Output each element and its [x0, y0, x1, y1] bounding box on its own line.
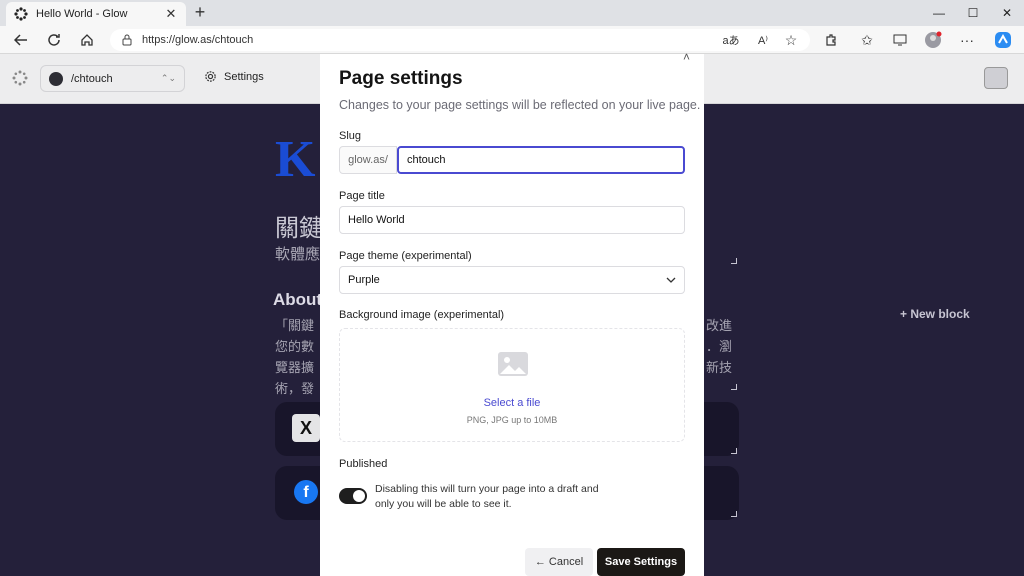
resize-handle-icon[interactable] [731, 511, 737, 517]
page-selector[interactable]: /chtouch ⌃⌄ [40, 65, 185, 92]
page-settings-modal: ˄ Page settings Changes to your page set… [320, 50, 704, 576]
url-text: https://glow.as/chtouch [142, 34, 254, 46]
minimize-button[interactable]: — [922, 0, 956, 26]
maximize-button[interactable]: ☐ [956, 0, 990, 26]
lock-icon [120, 33, 134, 47]
slug-prefix: glow.as/ [339, 146, 397, 174]
new-block-button[interactable]: + New block [900, 307, 970, 321]
page-title-label: Page title [339, 190, 385, 202]
page-theme-label: Page theme (experimental) [339, 250, 472, 262]
more-menu-icon[interactable]: ··· [956, 30, 978, 50]
settings-label: Settings [224, 70, 264, 83]
about-line-right: 改進 [706, 318, 733, 333]
settings-link[interactable]: Settings [204, 70, 264, 83]
facebook-icon: f [294, 480, 318, 504]
address-bar[interactable]: https://glow.as/chtouch [110, 29, 810, 51]
refresh-icon[interactable] [43, 30, 65, 50]
about-line: 您的數 [275, 339, 315, 354]
background-image-label: Background image (experimental) [339, 309, 505, 321]
browser-tab[interactable]: Hello World - Glow ✕ [6, 2, 186, 26]
page-logo: K [275, 131, 316, 188]
about-heading: About [273, 290, 323, 309]
page-subtitle-preview: 軟體應 [275, 246, 321, 263]
page-title-input[interactable] [339, 206, 685, 234]
back-icon[interactable] [10, 30, 32, 50]
browser-toolbar: https://glow.as/chtouch aあ A⁾ ☆ ✩ ··· [0, 26, 1024, 54]
published-toggle[interactable] [339, 488, 367, 504]
slug-input[interactable] [397, 146, 685, 174]
modal-description: Changes to your page settings will be re… [339, 98, 701, 112]
save-settings-button[interactable]: Save Settings [597, 548, 685, 576]
copilot-icon[interactable] [992, 30, 1014, 50]
resize-handle-icon[interactable] [731, 384, 737, 390]
collections-icon[interactable] [889, 30, 911, 50]
page-theme-select[interactable]: Purple [339, 266, 685, 294]
glow-logo-icon[interactable] [12, 70, 28, 86]
read-aloud-icon[interactable]: aあ [720, 30, 742, 50]
favorites-list-icon[interactable]: ✩ [856, 30, 878, 50]
text-size-icon[interactable]: A⁾ [752, 30, 774, 50]
page-avatar [49, 71, 63, 86]
home-icon[interactable] [76, 30, 98, 50]
slug-label: Slug [339, 130, 362, 142]
modal-title: Page settings [339, 68, 463, 89]
cancel-button[interactable]: ← Cancel [525, 548, 593, 576]
published-label: Published [339, 458, 388, 470]
user-avatar[interactable] [984, 67, 1008, 89]
published-description: Disabling this will turn your page into … [375, 483, 599, 510]
x-twitter-icon: X [292, 414, 320, 442]
resize-handle-icon[interactable] [731, 448, 737, 454]
about-line-right: 新技 [706, 360, 733, 375]
background-image-dropzone[interactable]: Select a file PNG, JPG up to 10MB [339, 328, 685, 442]
tab-close-icon[interactable]: ✕ [164, 6, 178, 22]
about-line-right: ．瀏 [706, 339, 733, 354]
about-line: 覽器擴 [275, 360, 315, 375]
close-window-button[interactable]: ✕ [990, 0, 1024, 26]
file-type-hint: PNG, JPG up to 10MB [466, 415, 558, 425]
tab-title: Hello World - Glow [36, 8, 128, 20]
page-title-preview: 關鍵 [275, 215, 323, 242]
browser-tab-strip: Hello World - Glow ✕ + — ☐ ✕ [0, 0, 1024, 26]
chevron-down-icon [666, 277, 676, 283]
page-selector-label: /chtouch [71, 72, 113, 85]
extensions-icon[interactable] [820, 30, 842, 50]
new-tab-button[interactable]: + [190, 3, 210, 23]
profile-avatar-icon[interactable] [922, 30, 944, 50]
about-line: 「關鍵 [275, 318, 315, 333]
gear-icon [205, 71, 216, 82]
updown-chevron-icon: ⌃⌄ [160, 73, 176, 83]
glow-favicon-icon [14, 7, 28, 21]
resize-handle-icon[interactable] [731, 258, 737, 264]
toggle-knob [353, 490, 365, 502]
about-line: 術，發 [275, 381, 315, 396]
favorite-star-icon[interactable]: ☆ [780, 30, 802, 50]
modal-close-icon[interactable]: ˄ [683, 50, 690, 64]
page-theme-value: Purple [348, 274, 380, 286]
select-file-link[interactable]: Select a file [340, 397, 684, 409]
image-placeholder-icon [498, 352, 528, 376]
